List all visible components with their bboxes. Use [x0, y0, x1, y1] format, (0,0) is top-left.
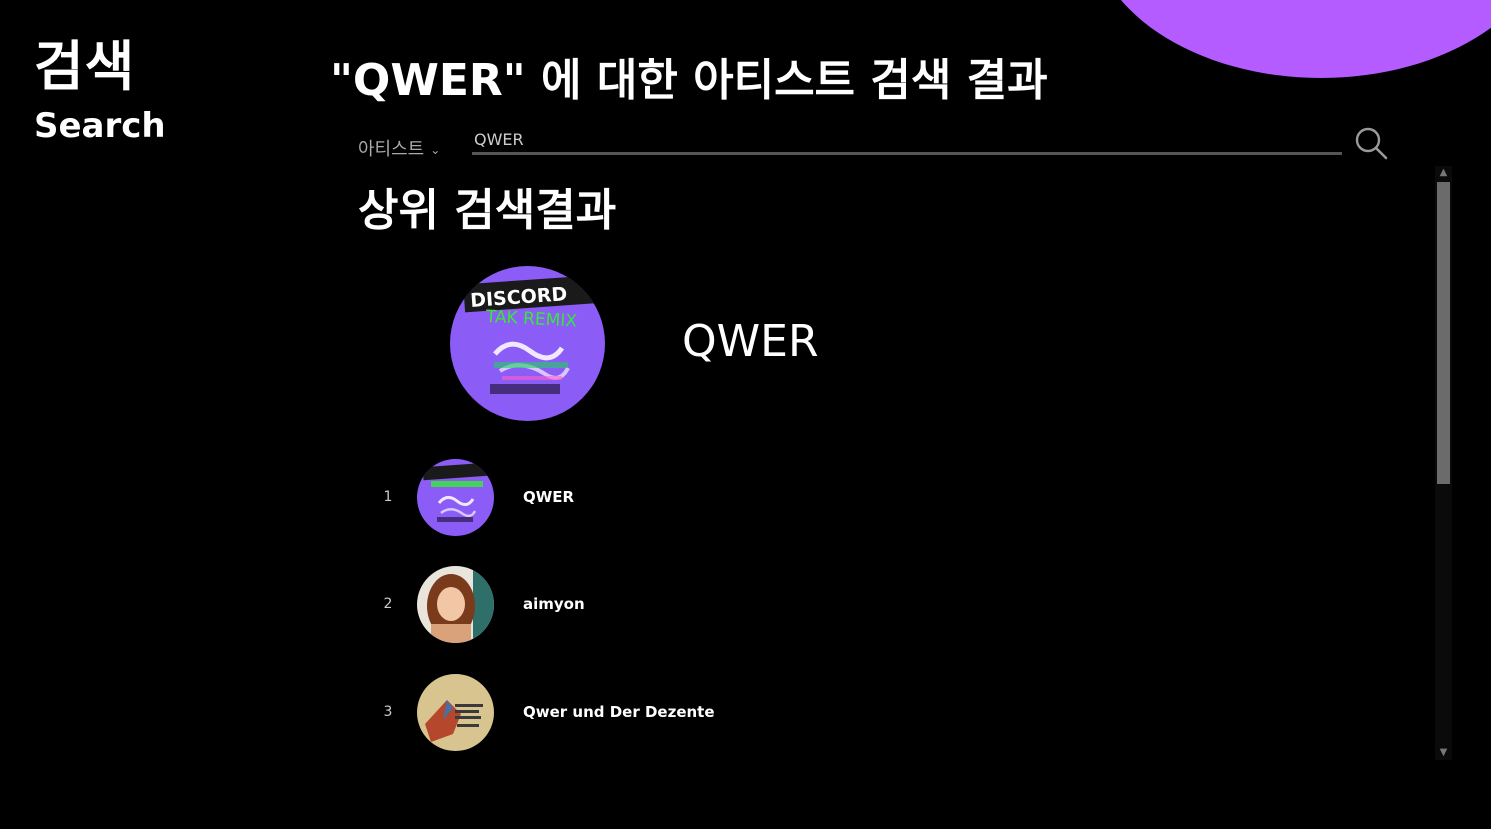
search-input[interactable] [472, 126, 1342, 155]
scrollbar-thumb[interactable] [1437, 182, 1450, 484]
result-rank: 1 [383, 489, 393, 505]
aimyon-photo-thumbnail [417, 566, 494, 643]
scroll-up-arrow-icon[interactable]: ▲ [1435, 166, 1452, 180]
result-rank: 2 [383, 596, 393, 612]
search-icon [1355, 127, 1388, 160]
results-scrollbar[interactable]: ▲ ▼ [1435, 166, 1452, 760]
chevron-down-icon: ⌄ [430, 143, 441, 157]
result-avatar[interactable] [417, 566, 494, 643]
search-type-dropdown[interactable]: 아티스트 ⌄ [358, 135, 440, 161]
search-type-label: 아티스트 [358, 139, 425, 160]
top-artist-name[interactable]: QWER [682, 316, 819, 367]
result-name[interactable]: QWER [523, 488, 574, 506]
sidebar-title-english: Search [34, 106, 166, 146]
result-name[interactable]: Qwer und Der Dezente [523, 703, 715, 721]
result-row[interactable]: 1 QWER [380, 459, 980, 537]
top-artist-card[interactable]: DISCORD TAK REMIX QWER [450, 266, 910, 422]
result-row[interactable]: 3 Qwer und Der Dezente [380, 674, 980, 752]
result-avatar[interactable] [417, 459, 494, 536]
result-avatar[interactable] [417, 674, 494, 751]
top-results-heading: 상위 검색결과 [358, 185, 617, 236]
result-name[interactable]: aimyon [523, 595, 585, 613]
decorative-accent-shape [1091, 0, 1491, 78]
qwer-artwork-image: DISCORD TAK REMIX [450, 266, 605, 421]
qwer-artwork-thumbnail [417, 459, 494, 536]
scroll-down-arrow-icon[interactable]: ▼ [1435, 746, 1452, 760]
page-title: "QWER" 에 대한 아티스트 검색 결과 [330, 55, 1048, 106]
search-bar: 아티스트 ⌄ [358, 126, 1392, 160]
result-rank: 3 [383, 704, 393, 720]
sidebar-title-korean: 검색 [34, 35, 136, 98]
qwer-und-der-dezente-artwork-thumbnail [417, 674, 494, 751]
top-artist-avatar[interactable]: DISCORD TAK REMIX [450, 266, 605, 421]
search-button[interactable] [1354, 126, 1394, 162]
result-row[interactable]: 2 aimyon [380, 566, 980, 644]
